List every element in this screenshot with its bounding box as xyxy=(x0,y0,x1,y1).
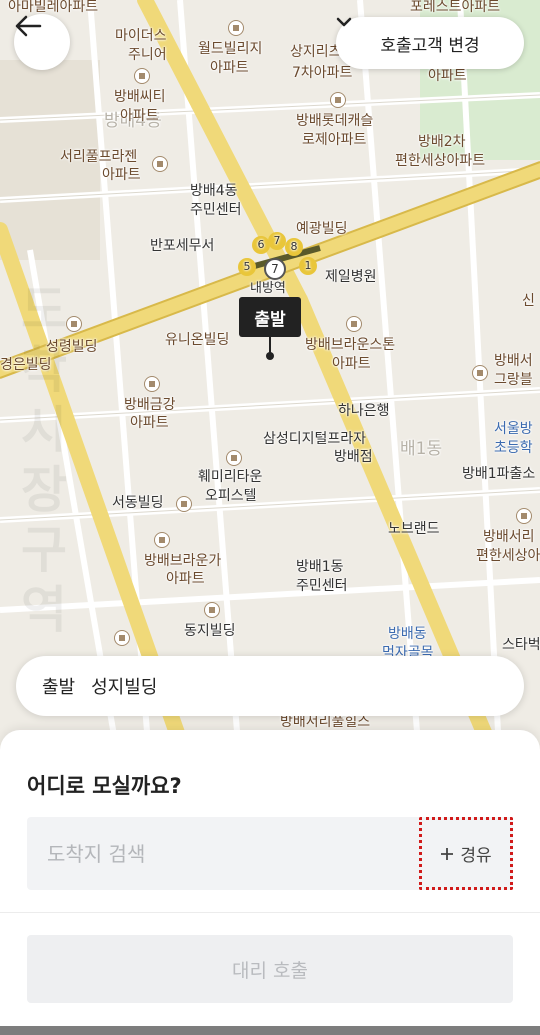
poi-label[interactable]: 초등학 xyxy=(494,439,533,458)
poi-label[interactable]: 방배브라운가 xyxy=(144,552,221,571)
poi-label[interactable]: 서리풀프라젠 xyxy=(60,148,137,167)
poi-label[interactable]: 아파트 xyxy=(102,166,141,185)
line-badge: 8 xyxy=(285,238,303,256)
building-icon xyxy=(66,316,82,332)
poi-label[interactable]: 아파트 xyxy=(332,355,371,374)
poi-label[interactable]: 오피스텔 xyxy=(205,487,257,506)
system-nav-bar xyxy=(0,1026,540,1035)
call-driver-button[interactable]: 대리 호출 xyxy=(27,935,513,1003)
apartment-icon xyxy=(516,508,532,524)
origin-label: 출발 xyxy=(42,677,76,698)
apartment-icon xyxy=(134,68,150,84)
bottom-sheet: 어디로 모실까요? 경유 대리 호출 xyxy=(0,730,540,1035)
watermark-text: 도착시장구역 xyxy=(21,281,67,639)
poi-label[interactable]: 방배금강 xyxy=(124,396,176,415)
poi-label[interactable]: 월드빌리지 xyxy=(198,40,262,59)
poi-label[interactable]: 포레스트아파트 xyxy=(410,0,500,17)
poi-label[interactable]: 아파트 xyxy=(210,59,249,78)
apartment-icon xyxy=(144,376,160,392)
subway-station-label[interactable]: 내방역 xyxy=(250,279,286,298)
apartment-icon xyxy=(472,365,488,381)
poi-label[interactable]: 아파트 xyxy=(120,107,159,126)
poi-label[interactable]: 마이더스 xyxy=(115,27,167,46)
poi-label[interactable]: 방배동 xyxy=(388,625,427,644)
poi-label[interactable]: 경은빌딩 xyxy=(0,356,52,375)
building-icon xyxy=(226,450,242,466)
poi-label[interactable]: 유니온빌딩 xyxy=(165,331,229,350)
origin-pin-dot xyxy=(266,352,274,360)
change-customer-button[interactable]: 호출고객 변경 xyxy=(336,17,524,69)
poi-label[interactable]: 제일병원 xyxy=(325,268,377,287)
line-badge: 7 xyxy=(268,232,286,250)
poi-label[interactable]: 편한세상아 xyxy=(476,547,540,566)
poi-label[interactable]: 방배롯데캐슬 xyxy=(296,112,373,131)
poi-label[interactable]: 주민센터 xyxy=(190,201,242,220)
poi-label[interactable]: 방배서리 xyxy=(483,528,535,547)
poi-label[interactable]: 예광빌딩 xyxy=(296,220,348,239)
poi-label[interactable]: 방배1파출소 xyxy=(462,465,535,484)
add-waypoint-button[interactable]: 경유 xyxy=(419,817,513,890)
poi-label[interactable]: 아파트 xyxy=(428,67,467,86)
poi-label[interactable]: 노브랜드 xyxy=(388,520,440,539)
poi-label[interactable]: 서울방 xyxy=(494,420,533,439)
poi-label[interactable]: 7차아파트 xyxy=(292,64,352,83)
line-badge: 1 xyxy=(299,257,317,275)
poi-label[interactable]: 삼성디지털프라자 xyxy=(263,430,366,449)
origin-address-pill[interactable]: 출발 성지빌딩 xyxy=(16,656,524,716)
poi-label[interactable]: 훼미리타운 xyxy=(198,468,262,487)
poi-label[interactable]: 방배1동 xyxy=(296,558,344,577)
poi-label[interactable]: 성령빌딩 xyxy=(46,338,98,357)
poi-label[interactable]: 동지빌딩 xyxy=(184,622,236,641)
poi-label[interactable]: 방배점 xyxy=(334,448,373,467)
chevron-down-icon xyxy=(336,17,352,27)
line-badge: 5 xyxy=(238,258,256,276)
waypoint-label: 경유 xyxy=(460,846,492,866)
building-icon xyxy=(204,602,220,618)
arrow-left-icon xyxy=(15,15,42,37)
poi-label[interactable]: 스타벅 xyxy=(502,636,540,655)
destination-search-input[interactable] xyxy=(47,817,407,890)
poi-label[interactable]: 방배브라운스톤 xyxy=(305,336,395,355)
poi-label[interactable]: 주민센터 xyxy=(296,577,348,596)
poi-label[interactable]: 반포세무서 xyxy=(150,237,214,256)
apartment-icon xyxy=(228,20,244,36)
poi-label[interactable]: 방배서 xyxy=(494,352,533,371)
poi-label[interactable]: 편한세상아파트 xyxy=(395,152,485,171)
poi-label[interactable]: 아파트 xyxy=(130,414,169,433)
apartment-icon xyxy=(152,156,168,172)
line-badge: 7 xyxy=(264,258,286,280)
plus-icon xyxy=(441,847,454,860)
map-roads xyxy=(0,0,540,770)
poi-label[interactable]: 아파트 xyxy=(166,570,205,589)
poi-label[interactable]: 방배씨티 xyxy=(114,88,166,107)
origin-place: 성지빌딩 xyxy=(91,677,158,698)
poi-label[interactable]: 그랑블 xyxy=(494,371,533,390)
poi-label[interactable]: 방배2차 xyxy=(418,133,466,152)
apartment-icon xyxy=(154,532,170,548)
apartment-icon xyxy=(114,630,130,646)
poi-label[interactable]: 서동빌딩 xyxy=(112,494,164,513)
apartment-icon xyxy=(330,92,346,108)
back-button[interactable] xyxy=(14,14,70,70)
divider xyxy=(0,912,540,913)
apartment-icon xyxy=(346,316,362,332)
poi-label[interactable]: 방배4동 xyxy=(190,182,238,201)
poi-label[interactable]: 하나은행 xyxy=(338,402,390,421)
sheet-title: 어디로 모실까요? xyxy=(27,774,182,798)
building-icon xyxy=(176,496,192,512)
poi-label[interactable]: 신 xyxy=(522,292,535,311)
poi-label[interactable]: 로제아파트 xyxy=(302,131,366,150)
change-customer-label: 호출고객 변경 xyxy=(380,35,480,56)
origin-pin[interactable]: 출발 xyxy=(239,297,301,337)
map-view[interactable]: 도착시장구역 내방역 6 7 8 5 7 1 방배4동 배1동 아마빌레아파트 … xyxy=(0,0,540,770)
destination-search-box: 경유 xyxy=(27,817,513,890)
district-label: 배1동 xyxy=(400,439,443,459)
poi-label[interactable]: 주니어 xyxy=(128,46,167,65)
